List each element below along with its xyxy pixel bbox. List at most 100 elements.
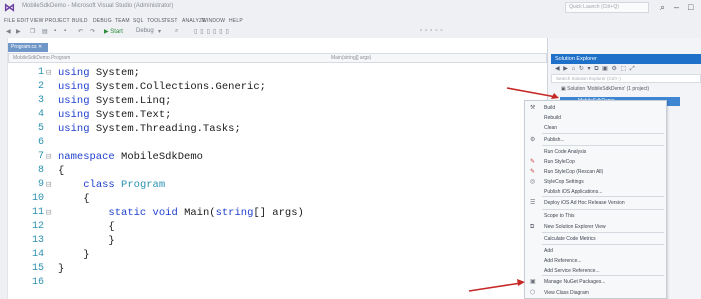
line-number-cell: 10 — [16, 192, 44, 206]
quick-launch-input[interactable]: Quick Launch (Ctrl+Q) — [565, 2, 649, 13]
menu-test[interactable]: TEST — [164, 18, 178, 24]
fold-toggle-icon[interactable] — [46, 234, 56, 248]
context-menu-item-publish-ios-applications[interactable]: Publish iOS Applications... — [525, 187, 666, 197]
tab-program-cs[interactable]: Program.cs ✕ — [8, 43, 48, 52]
new-project-icon[interactable]: ❐ — [30, 28, 35, 35]
context-menu-item-label: StyleCop Settings — [544, 179, 584, 185]
context-menu-item-run-code-analysis[interactable]: Run Code Analysis — [525, 147, 666, 157]
fold-toggle-icon[interactable] — [46, 94, 56, 108]
undo-icon[interactable]: ↶ — [78, 28, 83, 35]
fold-toggle-icon[interactable] — [46, 192, 56, 206]
context-menu-item-scope-to-this[interactable]: Scope to This — [525, 211, 666, 221]
find-icon[interactable]: ⌕ — [175, 28, 178, 35]
open-icon[interactable]: ▤ — [42, 28, 48, 35]
code-line[interactable]: 8{ — [16, 164, 556, 178]
text-editor-icons[interactable]: ▯▯▯▯▯▯ — [194, 28, 232, 35]
code-line[interactable]: 3 using System.Linq; — [16, 94, 556, 108]
fold-toggle-icon[interactable] — [46, 248, 56, 262]
fold-toggle-icon[interactable] — [46, 136, 56, 150]
line-number-cell: 16 — [16, 276, 44, 290]
chevron-down-icon[interactable]: ▾ — [158, 28, 161, 35]
menu-view[interactable]: VIEW — [30, 18, 44, 24]
context-menu-item-label: Calculate Code Metrics — [544, 236, 596, 242]
context-menu-item-publish[interactable]: ⚙ Publish... — [525, 135, 666, 145]
context-menu-item-label: Publish... — [544, 137, 565, 143]
context-menu-item-add[interactable]: Add — [525, 246, 666, 256]
search-icon[interactable]: ⌕ — [660, 2, 665, 12]
settings-icon: ◎ — [530, 179, 536, 185]
minimize-button[interactable]: – — [674, 2, 679, 12]
fold-toggle-icon[interactable] — [46, 80, 56, 94]
solution-explorer-toolbar[interactable]: ◀ ▶ ⌂ ↻ ▾ ⧉ ▣ ⚙ ⬚ ⤢ — [551, 64, 701, 74]
redo-icon[interactable]: ↷ — [90, 28, 95, 35]
menu-debug[interactable]: DEBUG — [93, 18, 112, 24]
type-dropdown[interactable]: MobileSdkDemo.Program — [13, 55, 70, 61]
menu-project[interactable]: PROJECT — [45, 18, 70, 24]
fold-toggle-icon[interactable] — [46, 108, 56, 122]
code-line[interactable]: 10 { — [16, 192, 556, 206]
menu-file[interactable]: FILE — [4, 18, 15, 24]
line-number-cell: 9 — [16, 178, 44, 192]
fold-toggle-icon[interactable]: ⊟ — [46, 178, 56, 192]
context-menu-item-label: Publish iOS Applications... — [544, 189, 603, 195]
line-number-cell: 5 — [16, 122, 44, 136]
menu-window[interactable]: WINDOW — [202, 18, 225, 24]
code-line[interactable]: 2 using System.Collections.Generic; — [16, 80, 556, 94]
context-menu-item-manage-nuget-packages[interactable]: ▣ Manage NuGet Packages... — [525, 277, 666, 287]
menu-team[interactable]: TEAM — [115, 18, 130, 24]
code-line[interactable]: 6 — [16, 136, 556, 150]
line-number: 2 — [37, 81, 44, 92]
context-menu-item-view-class-diagram[interactable]: ⬡ View Class Diagram — [525, 288, 666, 298]
fold-toggle-icon[interactable] — [46, 262, 56, 276]
context-menu-item-rebuild[interactable]: Rebuild — [525, 113, 666, 123]
solution-explorer-search-input[interactable]: Search Solution Explorer (Ctrl+;) — [551, 74, 701, 83]
start-button[interactable]: ▶ Start — [104, 28, 123, 35]
fold-toggle-icon[interactable] — [46, 276, 56, 290]
save-icon[interactable]: ▪ — [54, 28, 56, 34]
code-line[interactable]: 12 { — [16, 220, 556, 234]
code-line[interactable]: 4 using System.Text; — [16, 108, 556, 122]
back-icon[interactable]: ◀ — [6, 28, 11, 35]
line-number: 14 — [31, 249, 44, 260]
context-menu-item-clean[interactable]: Clean — [525, 123, 666, 133]
fold-toggle-icon[interactable] — [46, 164, 56, 178]
context-menu-item-add-service-reference[interactable]: Add Service Reference... — [525, 266, 666, 276]
code-text: using System; — [58, 66, 140, 80]
code-token: { — [58, 221, 115, 233]
layout-icons[interactable]: ▫▫▫▫▫ — [420, 28, 446, 34]
code-line[interactable]: 7 ⊟ namespace MobileSdkDemo — [16, 150, 556, 164]
code-line[interactable]: 15} — [16, 262, 556, 276]
code-line[interactable]: 13 } — [16, 234, 556, 248]
maximize-button[interactable]: □ — [688, 2, 693, 12]
code-line[interactable]: 14 } — [16, 248, 556, 262]
fold-toggle-icon[interactable]: ⊟ — [46, 206, 56, 220]
context-menu-item-stylecop-settings[interactable]: ◎ StyleCop Settings — [525, 177, 666, 187]
context-menu-item-calculate-code-metrics[interactable]: Calculate Code Metrics — [525, 234, 666, 244]
fold-toggle-icon[interactable]: ⊟ — [46, 150, 56, 164]
code-line[interactable]: 11 ⊟ static void Main(string[] args) — [16, 206, 556, 220]
forward-icon[interactable]: ▶ — [16, 28, 21, 35]
fold-toggle-icon[interactable] — [46, 122, 56, 136]
menu-edit[interactable]: EDIT — [17, 18, 29, 24]
toolbox-strip[interactable] — [0, 38, 8, 299]
fold-toggle-icon[interactable] — [46, 220, 56, 234]
menu-build[interactable]: BUILD — [72, 18, 88, 24]
context-menu-item-add-reference[interactable]: Add Reference... — [525, 256, 666, 266]
context-menu-item-run-stylecop[interactable]: ✎ Run StyleCop — [525, 157, 666, 167]
context-menu-item-run-stylecop-rescan-all[interactable]: ✎ Run StyleCop (Rescan All) — [525, 167, 666, 177]
fold-toggle-icon[interactable]: ⊟ — [46, 66, 56, 80]
context-menu-item-build[interactable]: ⚒ Build — [525, 103, 666, 113]
configuration-dropdown[interactable]: Debug — [136, 28, 154, 34]
save-all-icon[interactable]: ▪ — [64, 28, 66, 34]
solution-node[interactable]: ▣ Solution 'MobileSdkDemo' (1 project) — [561, 86, 649, 92]
code-line[interactable]: 1 ⊟ using System; — [16, 66, 556, 80]
member-dropdown[interactable]: Main(string[] args) — [331, 55, 371, 61]
menu-sql[interactable]: SQL — [133, 18, 144, 24]
menu-tools[interactable]: TOOLS — [147, 18, 165, 24]
code-line[interactable]: 5 using System.Threading.Tasks; — [16, 122, 556, 136]
code-line[interactable]: 9 ⊟ class Program — [16, 178, 556, 192]
context-menu-item-deploy-ios-ad-hoc-release-version[interactable]: ☰ Deploy iOS Ad Hoc Release Version — [525, 198, 666, 208]
context-menu-item-new-solution-explorer-view[interactable]: ⧉ New Solution Explorer View — [525, 222, 666, 232]
menu-help[interactable]: HELP — [229, 18, 243, 24]
